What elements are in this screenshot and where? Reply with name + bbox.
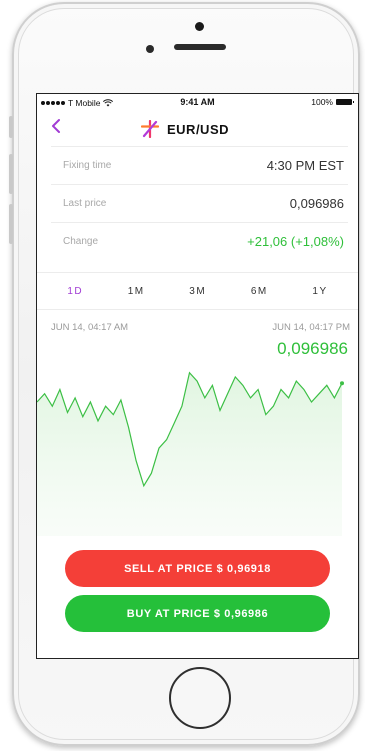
tab-1y[interactable]: 1Y (312, 286, 327, 297)
info-label: Last price (63, 198, 107, 209)
tab-3m[interactable]: 3M (189, 286, 206, 297)
earpiece-speaker (174, 44, 226, 50)
status-right: 100% (311, 97, 354, 107)
info-value: 4:30 PM EST (266, 158, 344, 173)
pair-title: EUR/USD (167, 121, 230, 137)
status-bar: T Mobile 9:41 AM 100% (37, 94, 358, 110)
info-label: Change (63, 236, 99, 247)
star-logo-icon (141, 120, 159, 138)
info-value: 0,096986 (289, 196, 344, 211)
chart-end-point (340, 381, 344, 386)
sell-button[interactable]: SELL AT PRICE $ 0,96918 (65, 550, 330, 587)
chevron-left-icon (52, 119, 60, 133)
info-row-fixing-time: Fixing time 4:30 PM EST (51, 146, 348, 184)
app-screen: T Mobile 9:41 AM 100% EUR/USD Fixing tim… (36, 93, 359, 659)
buy-button[interactable]: BUY AT PRICE $ 0,96986 (65, 595, 330, 632)
tab-6m[interactable]: 6M (251, 286, 268, 297)
device-frame: T Mobile 9:41 AM 100% EUR/USD Fixing tim… (0, 0, 365, 751)
chart-range-labels: JUN 14, 04:17 AM JUN 14, 04:17 PM (51, 322, 350, 333)
battery-percent: 100% (311, 97, 333, 107)
home-button[interactable] (169, 667, 231, 729)
front-sensor-icon (146, 45, 154, 53)
chart-end-label: JUN 14, 04:17 PM (272, 322, 350, 333)
volume-up-button (9, 154, 13, 194)
info-row-change: Change +21,06 (+1,08%) (51, 222, 348, 260)
tab-1d[interactable]: 1D (67, 286, 83, 297)
info-label: Fixing time (63, 160, 112, 171)
change-value: +21,06 (+1,08%) (247, 234, 344, 249)
tab-1m[interactable]: 1M (128, 286, 145, 297)
info-row-last-price: Last price 0,096986 (51, 184, 348, 222)
status-time: 9:41 AM (180, 97, 215, 107)
camera-icon (195, 22, 204, 31)
chart-start-label: JUN 14, 04:17 AM (51, 322, 129, 333)
price-chart[interactable] (37, 356, 358, 536)
battery-icon (336, 99, 354, 105)
period-tabs: 1D 1M 3M 6M 1Y (37, 272, 358, 310)
chart-area-fill (37, 372, 342, 536)
info-list: Fixing time 4:30 PM EST Last price 0,096… (51, 146, 348, 260)
volume-down-button (9, 204, 13, 244)
back-button[interactable] (51, 118, 61, 138)
mute-switch (9, 116, 13, 138)
nav-title-group: EUR/USD (141, 120, 229, 138)
nav-bar: EUR/USD (37, 112, 358, 146)
